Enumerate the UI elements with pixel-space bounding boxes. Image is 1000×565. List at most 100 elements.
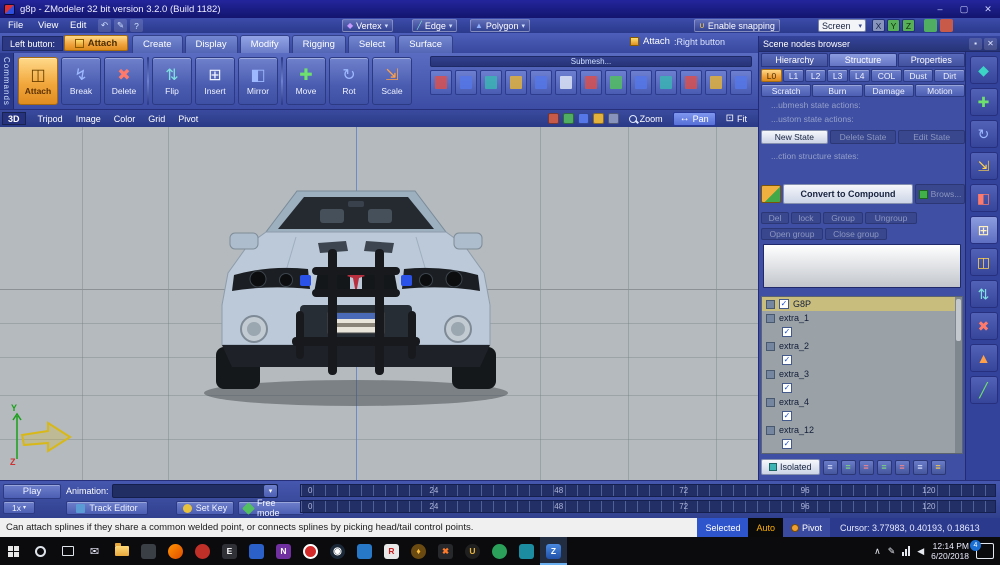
motion-button[interactable]: Motion	[915, 84, 965, 97]
node-row-extra-12[interactable]: extra_12	[762, 423, 962, 437]
search-button[interactable]	[27, 537, 54, 565]
close-button[interactable]: ✕	[976, 0, 1000, 18]
submesh-tool-icon-3[interactable]	[480, 70, 502, 95]
playback-speed-button[interactable]: 1x ▾	[3, 501, 35, 514]
damage-button[interactable]: Damage	[864, 84, 914, 97]
rotate-tool-icon[interactable]: ↻	[970, 120, 998, 148]
isolated-button[interactable]: Isolated	[761, 459, 820, 475]
submesh-section-header[interactable]: Submesh...	[430, 56, 752, 67]
flame-app-button[interactable]: ♦	[405, 537, 432, 565]
action-center-button[interactable]: 4	[976, 543, 994, 559]
app-button-6[interactable]	[486, 537, 513, 565]
attach-tool-icon[interactable]: ◫	[970, 248, 998, 276]
r-app-button[interactable]: R	[378, 537, 405, 565]
mirror-button[interactable]: ◧ Mirror	[238, 57, 278, 105]
scene-node-list[interactable]: ✓ G8P extra_1 ✓ extra_2	[761, 296, 963, 454]
open-group-button[interactable]: Open group	[761, 228, 823, 240]
task-view-button[interactable]	[54, 537, 81, 565]
pin-icon[interactable]: ▪	[969, 38, 982, 50]
polygon-mode-toggle[interactable]: ▲ Polygon ▾	[470, 19, 530, 32]
submesh-tool-icon-4[interactable]	[505, 70, 527, 95]
play-button[interactable]: Play	[3, 484, 61, 499]
app-button-4[interactable]	[297, 537, 324, 565]
edit-state-button[interactable]: Edit State	[898, 130, 965, 144]
delete-button[interactable]: ✖ Delete	[104, 57, 144, 105]
browse-button[interactable]: Brows...	[915, 184, 965, 204]
zoom-button[interactable]: Zoom	[623, 112, 669, 126]
car-model[interactable]	[200, 187, 512, 415]
left-button-attach[interactable]: Attach	[64, 35, 128, 51]
viewport-toggle-icon-3[interactable]	[578, 113, 589, 124]
submesh-tool-icon-11[interactable]	[680, 70, 702, 95]
track-editor-button[interactable]: Track Editor	[66, 501, 148, 515]
node-row-extra-2[interactable]: extra_2	[762, 339, 962, 353]
lod-col-button[interactable]: COL	[871, 69, 902, 82]
submesh-tool-icon-13[interactable]	[730, 70, 752, 95]
viewport-menu-image[interactable]: Image	[76, 114, 101, 124]
close-icon[interactable]: ✕	[984, 38, 997, 50]
scratch-button[interactable]: Scratch	[761, 84, 811, 97]
node-visibility-checkbox[interactable]: ✓	[779, 299, 789, 309]
lod-l0-button[interactable]: L0	[761, 69, 782, 82]
edge-tool-icon[interactable]: ╱	[970, 376, 998, 404]
menu-edit[interactable]: Edit	[66, 19, 90, 32]
right-button-assignment[interactable]: Attach :Right button	[630, 36, 725, 47]
tab-hierarchy[interactable]: Hierarchy	[761, 53, 828, 67]
submesh-tool-icon-1[interactable]	[430, 70, 452, 95]
zmodeler-taskbar-button[interactable]: Z	[540, 537, 567, 565]
tray-chevron-icon[interactable]: ∧	[874, 546, 881, 557]
mail-app-button[interactable]: ✉	[81, 537, 108, 565]
steam-button[interactable]: ◉	[324, 537, 351, 565]
node-row-extra-1[interactable]: extra_1	[762, 311, 962, 325]
file-explorer-button[interactable]	[108, 537, 135, 565]
app-button-5[interactable]	[351, 537, 378, 565]
app-button-3[interactable]	[243, 537, 270, 565]
burn-button[interactable]: Burn	[812, 84, 862, 97]
vertex-tool-icon[interactable]: ◆	[970, 56, 998, 84]
node-visibility-checkbox[interactable]: ✓	[782, 355, 792, 365]
pen-icon[interactable]: ✎	[888, 546, 896, 557]
selected-mode-badge[interactable]: Selected	[697, 518, 748, 537]
scrollbar-thumb[interactable]	[956, 299, 961, 341]
start-button[interactable]	[0, 537, 27, 565]
rotate-button[interactable]: ↻ Rot	[329, 57, 369, 105]
pivot-mode-badge[interactable]: Pivot	[783, 518, 830, 537]
taskbar-clock[interactable]: 12:14 PM 6/20/2018	[931, 541, 969, 561]
viewport-menu-grid[interactable]: Grid	[148, 114, 165, 124]
app-button-2[interactable]	[189, 537, 216, 565]
list-view-icon-1[interactable]: ≡	[823, 460, 838, 475]
axis-x-toggle[interactable]: X	[872, 19, 885, 32]
move-tool-icon[interactable]: ✚	[970, 88, 998, 116]
screen-dropdown[interactable]: Screen ▾	[818, 19, 866, 32]
app-button-1[interactable]	[135, 537, 162, 565]
insert-button[interactable]: ⊞ Insert	[195, 57, 235, 105]
onenote-button[interactable]: N	[270, 537, 297, 565]
list-view-icon-6[interactable]: ≡	[913, 460, 928, 475]
submesh-tool-icon-5[interactable]	[530, 70, 552, 95]
viewport-toggle-icon-2[interactable]	[563, 113, 574, 124]
node-row-g8p[interactable]: ✓ G8P	[762, 297, 962, 311]
auto-mode-badge[interactable]: Auto	[748, 518, 783, 537]
x-app-button[interactable]: ✖	[432, 537, 459, 565]
panel-header[interactable]: Scene nodes browser ▪ ✕	[759, 36, 1000, 52]
lock-button[interactable]: lock	[791, 212, 821, 224]
undo-icon[interactable]: ↶	[98, 19, 111, 32]
help-icon[interactable]: ?	[130, 19, 143, 32]
lod-l1-button[interactable]: L1	[783, 69, 804, 82]
submesh-tool-icon-2[interactable]	[455, 70, 477, 95]
convert-to-compound-button[interactable]: Convert to Compound	[783, 184, 913, 204]
free-mode-button[interactable]: Free mode	[238, 501, 304, 515]
viewport-3d[interactable]: Y Z	[0, 127, 758, 480]
mirror-tool-icon[interactable]: ◧	[970, 184, 998, 212]
timeline-ruler-top[interactable]: 0 24 48 72 96 120	[300, 484, 996, 497]
viewport-toggle-icon-5[interactable]	[608, 113, 619, 124]
node-visibility-checkbox[interactable]: ✓	[782, 411, 792, 421]
node-row-extra-3[interactable]: extra_3	[762, 367, 962, 381]
close-group-button[interactable]: Close group	[825, 228, 887, 240]
node-list-scrollbar[interactable]	[955, 297, 962, 453]
new-state-button[interactable]: New State	[761, 130, 828, 144]
edit-tool-icon[interactable]: ✎	[114, 19, 127, 32]
tab-create[interactable]: Create	[132, 35, 183, 53]
viewport-view-selector[interactable]: 3D	[2, 112, 26, 125]
menu-view[interactable]: View	[34, 19, 62, 32]
